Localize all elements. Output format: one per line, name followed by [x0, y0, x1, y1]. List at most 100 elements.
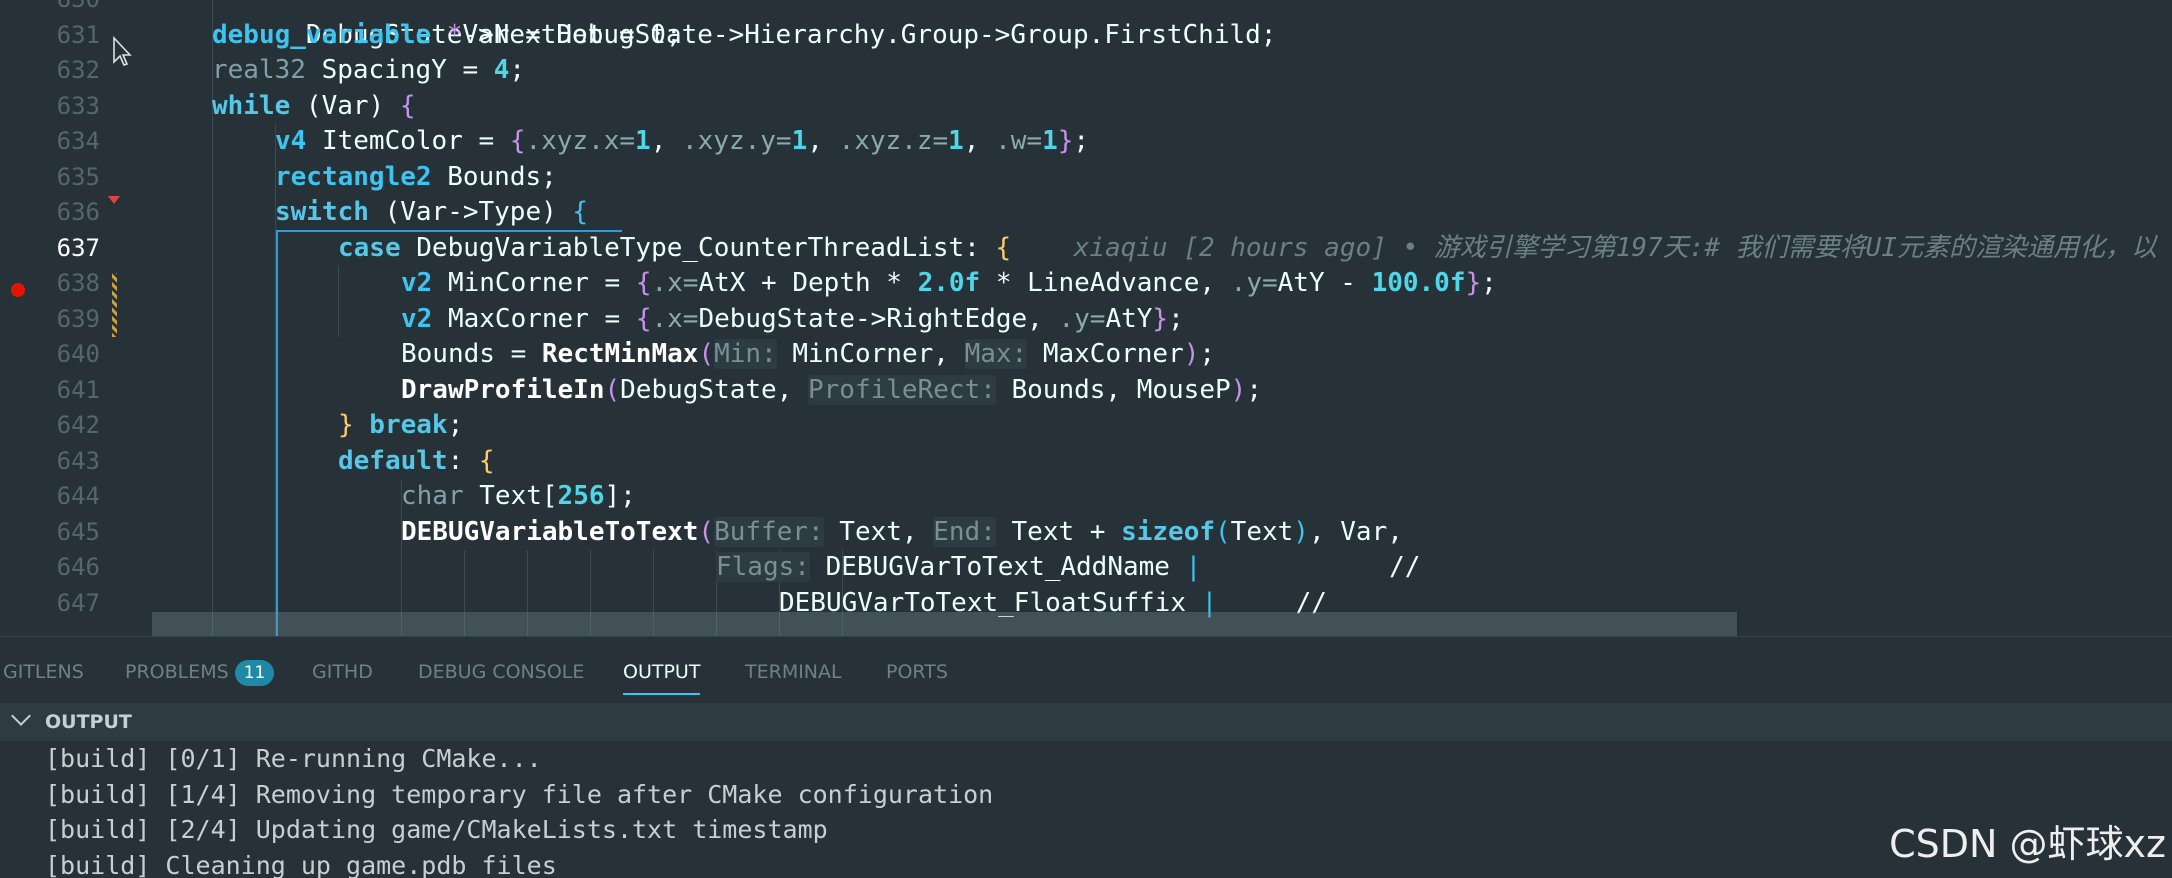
line-number: 636: [0, 195, 100, 231]
code-token: }: [338, 410, 354, 440]
code-line-635[interactable]: rectangle2 Bounds;: [275, 160, 557, 196]
code-token: ;: [1168, 304, 1184, 334]
code-token: .w=: [995, 126, 1042, 156]
output-log[interactable]: [build] [0/1] Re-running CMake... [build…: [45, 741, 2172, 878]
code-line-630[interactable]: DebugState->NextHot = 0;: [212, 0, 682, 18]
tab-ports[interactable]: PORTS: [886, 657, 948, 687]
code-token: * LineAdvance,: [980, 268, 1230, 298]
chevron-down-icon[interactable]: [11, 706, 31, 726]
code-editor[interactable]: 630 631 632 633 634 635 636 637 638 639 …: [0, 0, 2172, 636]
code-token: 1: [635, 126, 651, 156]
code-token: |: [1186, 552, 1202, 582]
code-token: *: [431, 20, 462, 50]
code-token: Bounds, MouseP: [996, 375, 1231, 405]
code-line-638[interactable]: v2 MinCorner = {.x=AtX + Depth * 2.0f * …: [401, 266, 1497, 302]
code-line-636[interactable]: switch (Var->Type) {: [275, 195, 588, 231]
code-line-644[interactable]: char Text[256];: [401, 479, 636, 515]
code-token: {: [510, 126, 526, 156]
code-token: .x=: [651, 268, 698, 298]
code-token: AtY: [1105, 304, 1152, 334]
code-token: ;: [1199, 339, 1215, 369]
code-line-634[interactable]: v4 ItemColor = {.xyz.x=1, .xyz.y=1, .xyz…: [275, 124, 1089, 160]
code-token: 1: [1042, 126, 1058, 156]
code-line-639[interactable]: v2 MaxCorner = {.x=DebugState->RightEdge…: [401, 302, 1184, 338]
code-token: {: [479, 446, 495, 476]
code-token: default: [338, 446, 448, 476]
code-line-631[interactable]: debug_variable *Var = DebugState->Hierar…: [212, 18, 1276, 54]
code-line-641[interactable]: DrawProfileIn(DebugState, ProfileRect: B…: [401, 373, 1262, 409]
watermark: CSDN @虾球xz: [1889, 813, 2166, 868]
output-section-header[interactable]: OUTPUT: [0, 703, 2172, 741]
output-line: [build] [1/4] Removing temporary file af…: [45, 777, 2172, 813]
horizontal-scrollbar[interactable]: [152, 612, 1737, 636]
output-line: [build] Cleaning up game.pdb files: [45, 848, 2172, 878]
line-number: 634: [0, 124, 100, 160]
line-number: 641: [0, 373, 100, 409]
line-number: 630: [0, 0, 100, 18]
code-area[interactable]: DebugState->NextHot = 0; debug_variable …: [212, 0, 2172, 636]
code-token: (: [1215, 517, 1231, 547]
tab-githd[interactable]: GITHD: [312, 657, 373, 687]
inlay-hint: Max:: [965, 339, 1028, 369]
output-section-title: OUTPUT: [45, 703, 132, 741]
code-token: }: [1152, 304, 1168, 334]
panel-tab-bar: GITLENS PROBLEMS11 GITHD DEBUG CONSOLE O…: [0, 637, 2172, 703]
code-token: break: [354, 410, 448, 440]
code-token: ): [1293, 517, 1309, 547]
code-token: 256: [558, 481, 605, 511]
line-number: 633: [0, 89, 100, 125]
tab-label: PROBLEMS: [125, 661, 229, 683]
code-line-645[interactable]: DEBUGVariableToText(Buffer: Text, End: T…: [401, 515, 1403, 551]
code-line-646[interactable]: Flags: DEBUGVarToText_AddName | //: [716, 550, 1420, 586]
git-change-marker[interactable]: [112, 273, 117, 337]
code-line-632[interactable]: real32 SpacingY = 4;: [212, 53, 525, 89]
code-line-642[interactable]: } break;: [338, 408, 463, 444]
tab-gitlens[interactable]: GITLENS: [3, 657, 84, 687]
line-number: 635: [0, 160, 100, 196]
code-token: ,: [964, 126, 995, 156]
code-token: ;: [1481, 268, 1497, 298]
code-token: 1: [792, 126, 808, 156]
code-line-637[interactable]: case DebugVariableType_CounterThreadList…: [338, 231, 2157, 267]
code-token: 4: [494, 55, 510, 85]
tab-problems[interactable]: PROBLEMS11: [125, 657, 274, 687]
code-token: ,: [807, 126, 838, 156]
code-token: RectMinMax: [542, 339, 699, 369]
code-token: AtY -: [1278, 268, 1372, 298]
breakpoint-icon[interactable]: [11, 283, 25, 297]
code-token: :: [448, 446, 479, 476]
code-token: DebugState,: [620, 375, 808, 405]
code-token: ItemColor =: [306, 126, 510, 156]
code-token: switch: [275, 197, 369, 227]
code-line-640[interactable]: Bounds = RectMinMax(Min: MinCorner, Max:…: [401, 337, 1215, 373]
code-token: .y=: [1058, 304, 1105, 334]
code-token: case: [338, 233, 401, 263]
code-token: Bounds;: [432, 162, 557, 192]
tab-debug-console[interactable]: DEBUG CONSOLE: [418, 657, 584, 687]
code-token: (: [605, 375, 621, 405]
code-token: MinCorner,: [777, 339, 965, 369]
tab-output[interactable]: OUTPUT: [623, 657, 700, 687]
code-token: (Var->Type): [369, 197, 573, 227]
line-number: 644: [0, 479, 100, 515]
code-token: DebugVariableType_CounterThreadList:: [401, 233, 996, 263]
output-line: [build] [0/1] Re-running CMake...: [45, 741, 2172, 777]
line-number-gutter[interactable]: 630 631 632 633 634 635 636 637 638 639 …: [0, 0, 150, 636]
code-token: sizeof: [1121, 517, 1215, 547]
code-line-643[interactable]: default: {: [338, 444, 495, 480]
code-token: Text +: [996, 517, 1121, 547]
fold-marker-icon[interactable]: [108, 196, 120, 204]
code-token: DebugState->RightEdge,: [698, 304, 1058, 334]
code-token: debug_variable: [212, 20, 431, 50]
code-token: .xyz.x=: [525, 126, 635, 156]
code-token: ,: [651, 126, 682, 156]
tab-terminal[interactable]: TERMINAL: [745, 657, 842, 687]
inlay-hint: Flags:: [716, 552, 810, 582]
inlay-hint: Min:: [714, 339, 777, 369]
code-token: Var = DebugState->Hierarchy.Group->Group…: [462, 20, 1276, 50]
code-token: DrawProfileIn: [401, 375, 605, 405]
code-line-633[interactable]: while (Var) {: [212, 89, 416, 125]
code-token: Text[: [464, 481, 558, 511]
code-token: while: [212, 91, 290, 121]
line-number: 632: [0, 53, 100, 89]
